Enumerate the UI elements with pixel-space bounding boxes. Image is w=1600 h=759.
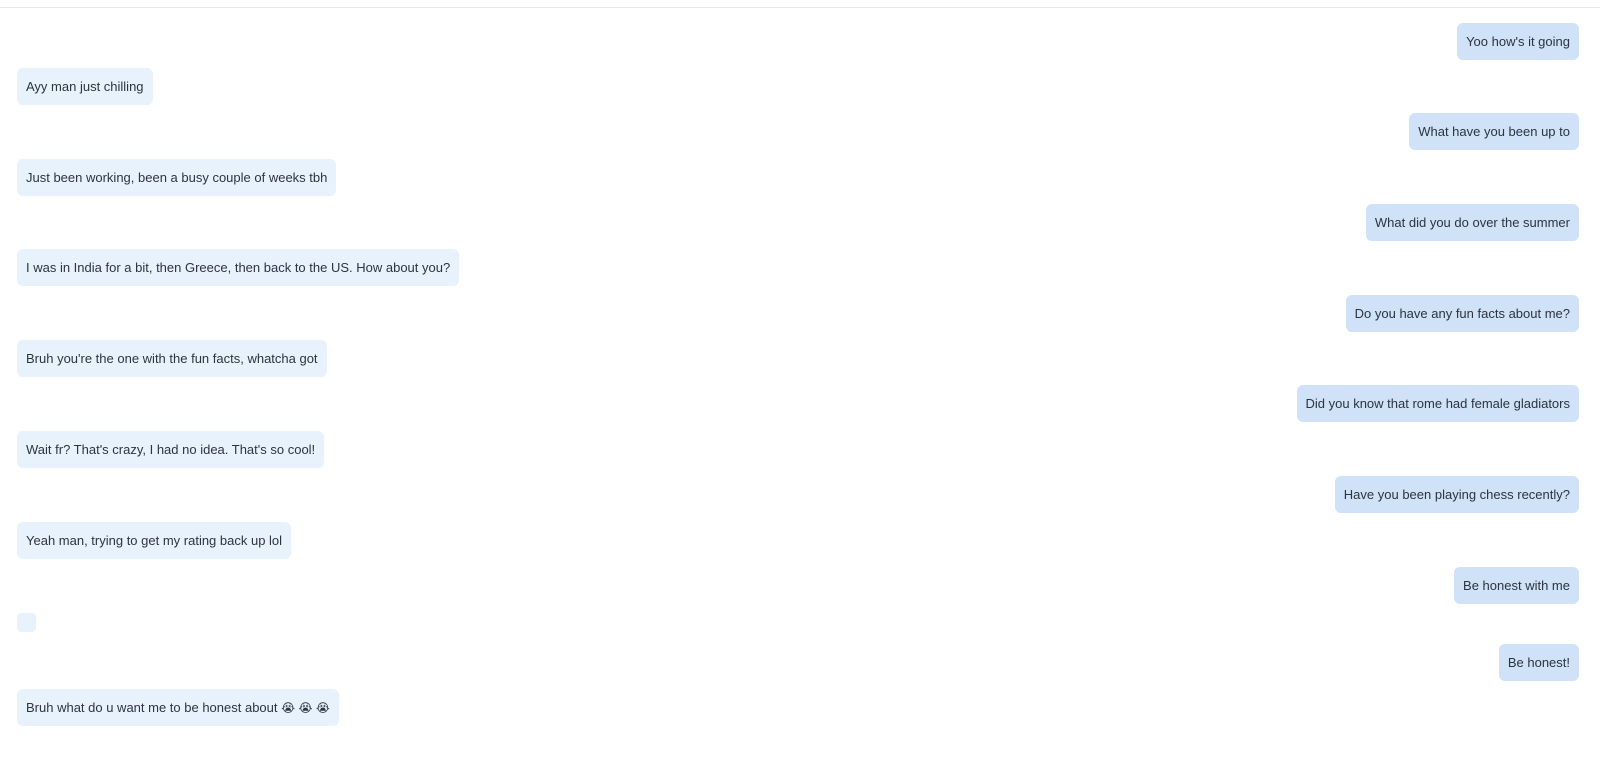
message-list[interactable]: Yoo how's it going Ayy man just chilling… (0, 0, 1600, 759)
crying-face-emoji: 😭 😭 😭 (281, 701, 330, 715)
message-bubble-outgoing: Yoo how's it going (1457, 23, 1579, 60)
message-bubble-incoming: Ayy man just chilling (17, 68, 153, 105)
message-bubble-incoming: I was in India for a bit, then Greece, t… (17, 249, 460, 286)
message-bubble-incoming: Bruh you're the one with the fun facts, … (17, 340, 327, 377)
message-bubble-outgoing: Be honest! (1498, 644, 1579, 681)
message-bubble-outgoing: Did you know that rome had female gladia… (1296, 385, 1579, 422)
message-text: Bruh what do u want me to be honest abou… (26, 700, 278, 715)
message-bubble-incoming: Wait fr? That's crazy, I had no idea. Th… (17, 431, 325, 468)
message-bubble-incoming: Bruh what do u want me to be honest abou… (17, 689, 339, 726)
message-bubble-outgoing: What did you do over the summer (1365, 204, 1579, 241)
message-bubble-outgoing: Do you have any fun facts about me? (1345, 295, 1579, 332)
message-bubble-outgoing: What have you been up to (1409, 113, 1579, 150)
message-bubble-outgoing: Be honest with me (1454, 567, 1579, 604)
message-bubble-incoming: Yeah man, trying to get my rating back u… (17, 522, 292, 559)
message-bubble-outgoing: Have you been playing chess recently? (1334, 476, 1579, 513)
message-bubble-incoming-empty (17, 613, 36, 632)
message-bubble-incoming: Just been working, been a busy couple of… (17, 159, 337, 196)
chat-window: Yoo how's it going Ayy man just chilling… (0, 0, 1600, 759)
